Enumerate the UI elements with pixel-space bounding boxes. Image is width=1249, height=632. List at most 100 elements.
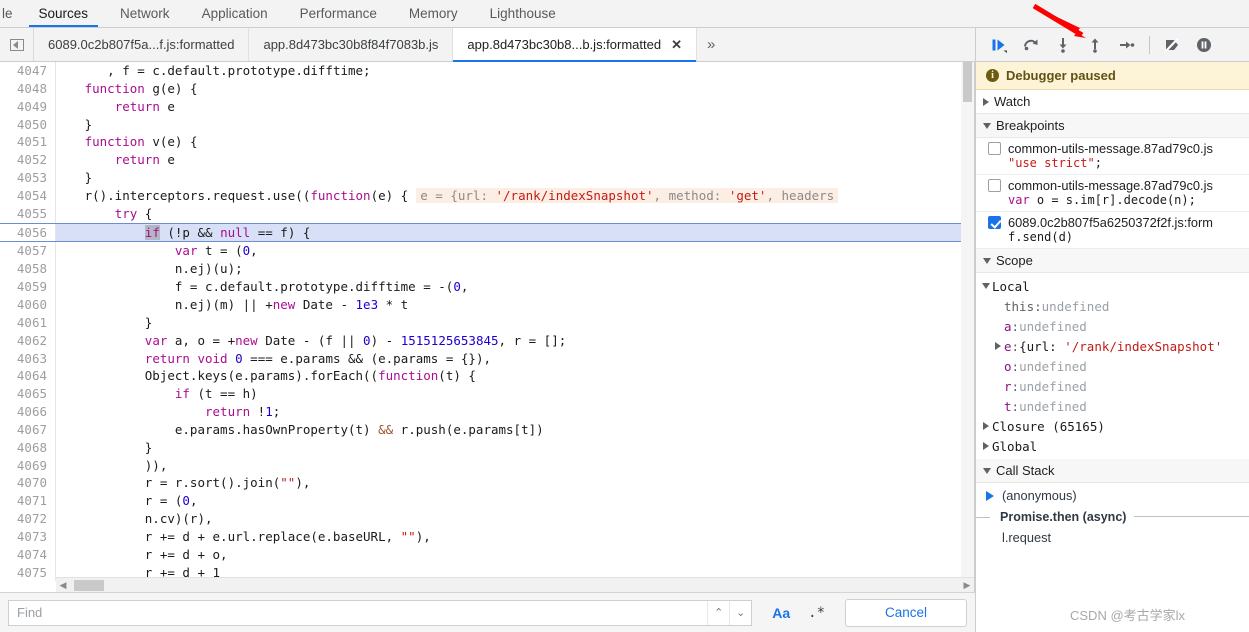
panel-tab-network[interactable]: Network <box>104 0 186 27</box>
editor-horizontal-scrollbar[interactable]: ◀ ▶ <box>56 577 974 592</box>
code-line[interactable]: 4047 , f = c.default.prototype.difftime; <box>0 62 974 80</box>
scope-group[interactable]: Local <box>980 276 1249 296</box>
line-number[interactable]: 4048 <box>0 79 56 98</box>
code-line[interactable]: 4059 f = c.default.prototype.difftime = … <box>0 278 974 296</box>
call-stack-frame[interactable]: l.request <box>976 527 1249 548</box>
sidebar-section-call-stack[interactable]: Call Stack <box>976 459 1249 483</box>
show-navigator-button[interactable] <box>0 28 34 61</box>
line-number[interactable]: 4071 <box>0 492 56 511</box>
panel-tab-performance[interactable]: Performance <box>284 0 393 27</box>
sidebar-section-breakpoints[interactable]: Breakpoints <box>976 114 1249 138</box>
line-number[interactable]: 4068 <box>0 438 56 457</box>
sidebar-section-watch[interactable]: Watch <box>976 90 1249 114</box>
scope-variable[interactable]: this: undefined <box>980 296 1249 316</box>
line-number[interactable]: 4066 <box>0 403 56 421</box>
panel-tab-console-clipped[interactable]: le <box>0 0 23 27</box>
scope-group[interactable]: Global <box>980 436 1249 456</box>
line-number[interactable]: 4065 <box>0 385 56 404</box>
code-line[interactable]: 4071 r = (0, <box>0 492 974 511</box>
chevron-right-icon[interactable] <box>980 422 992 430</box>
code-line[interactable]: 4065 if (t == h) <box>0 385 974 404</box>
line-number[interactable]: 4050 <box>0 115 56 134</box>
code-line[interactable]: 4056 if (!p && null == f) { <box>0 222 974 243</box>
line-number[interactable]: 4064 <box>0 367 56 386</box>
breakpoint-item[interactable]: common-utils-message.87ad79c0.js var o = … <box>976 175 1249 212</box>
line-number[interactable]: 4057 <box>0 242 56 261</box>
editor-horizontal-scroll-thumb[interactable] <box>74 579 104 591</box>
code-line[interactable]: 4073 r += d + e.url.replace(e.baseURL, "… <box>0 527 974 546</box>
code-line[interactable]: 4060 n.ej)(m) || +new Date - 1e3 * t <box>0 295 974 314</box>
file-tab-app-js-formatted[interactable]: app.8d473bc30b8...b.js:formatted ✕ <box>453 28 698 62</box>
deactivate-breakpoints-button[interactable] <box>1157 31 1187 59</box>
source-code-editor[interactable]: 4047 , f = c.default.prototype.difftime;… <box>0 62 975 592</box>
breakpoint-checkbox[interactable] <box>988 216 1001 229</box>
find-input[interactable]: Find ⌃ ⌄ <box>8 599 753 626</box>
breakpoint-item[interactable]: 6089.0c2b807f5a6250372f2f.js:form f.send(… <box>976 212 1249 249</box>
line-number[interactable]: 4072 <box>0 510 56 528</box>
line-number[interactable]: 4054 <box>0 186 56 205</box>
step-button[interactable] <box>1112 31 1142 59</box>
code-line[interactable]: 4052 return e <box>0 151 974 170</box>
line-number[interactable]: 4070 <box>0 474 56 493</box>
line-number[interactable]: 4056 <box>0 223 56 242</box>
find-next-button[interactable]: ⌄ <box>729 600 751 625</box>
line-number[interactable]: 4051 <box>0 133 56 152</box>
file-tab-6089[interactable]: 6089.0c2b807f5a...f.js:formatted <box>34 28 250 61</box>
line-number[interactable]: 4052 <box>0 151 56 170</box>
panel-tab-sources[interactable]: Sources <box>23 0 105 27</box>
line-number[interactable]: 4067 <box>0 420 56 439</box>
code-line[interactable]: 4054 r().interceptors.request.use((funct… <box>0 186 974 205</box>
line-number[interactable]: 4069 <box>0 456 56 475</box>
line-number[interactable]: 4063 <box>0 349 56 368</box>
step-over-next-function-call-button[interactable] <box>1016 31 1046 59</box>
editor-vertical-scroll-thumb[interactable] <box>963 62 972 102</box>
code-line[interactable]: 4063 return void 0 === e.params && (e.pa… <box>0 349 974 368</box>
code-line[interactable]: 4064 Object.keys(e.params).forEach((func… <box>0 367 974 386</box>
scope-variable[interactable]: t: undefined <box>980 396 1249 416</box>
scope-variable[interactable]: o: undefined <box>980 356 1249 376</box>
chevron-right-icon[interactable] <box>992 342 1004 350</box>
code-line[interactable]: 4061 } <box>0 313 974 332</box>
line-number[interactable]: 4059 <box>0 278 56 296</box>
line-number[interactable]: 4062 <box>0 331 56 350</box>
line-number[interactable]: 4060 <box>0 295 56 314</box>
code-line[interactable]: 4058 n.ej)(u); <box>0 260 974 279</box>
code-line[interactable]: 4062 var a, o = +new Date - (f || 0) - 1… <box>0 331 974 350</box>
step-out-of-current-function-button[interactable] <box>1080 31 1110 59</box>
match-case-button[interactable]: Aa <box>766 605 796 621</box>
use-regex-button[interactable]: .* <box>802 605 831 621</box>
line-number[interactable]: 4074 <box>0 545 56 564</box>
code-line[interactable]: 4069 )), <box>0 456 974 475</box>
code-line[interactable]: 4072 n.cv)(r), <box>0 510 974 528</box>
line-number[interactable]: 4058 <box>0 260 56 279</box>
panel-tab-lighthouse[interactable]: Lighthouse <box>474 0 572 27</box>
panel-tab-application[interactable]: Application <box>186 0 284 27</box>
file-tab-app-js[interactable]: app.8d473bc30b8f84f7083b.js <box>249 28 454 61</box>
code-line[interactable]: 4055 try { <box>0 204 974 223</box>
line-number[interactable]: 4047 <box>0 62 56 80</box>
panel-tab-memory[interactable]: Memory <box>393 0 474 27</box>
code-line[interactable]: 4066 return !1; <box>0 403 974 421</box>
code-line[interactable]: 4049 return e <box>0 97 974 116</box>
resume-script-execution-button[interactable] <box>984 31 1014 59</box>
scope-group[interactable]: Closure (65165) <box>980 416 1249 436</box>
scroll-right-icon[interactable]: ▶ <box>960 580 974 591</box>
sidebar-section-scope[interactable]: Scope <box>976 249 1249 273</box>
code-line[interactable]: 4048 function g(e) { <box>0 79 974 98</box>
code-line[interactable]: 4068 } <box>0 438 974 457</box>
line-number[interactable]: 4053 <box>0 169 56 187</box>
code-line[interactable]: 4067 e.params.hasOwnProperty(t) && r.pus… <box>0 420 974 439</box>
pause-on-exceptions-button[interactable] <box>1189 31 1219 59</box>
code-line[interactable]: 4050 } <box>0 115 974 134</box>
cancel-button[interactable]: Cancel <box>845 598 967 627</box>
code-line[interactable]: 4053 } <box>0 169 974 187</box>
breakpoint-checkbox[interactable] <box>988 142 1001 155</box>
scope-variable[interactable]: e: {url: '/rank/indexSnapshot' <box>980 336 1249 356</box>
chevron-right-icon[interactable] <box>980 442 992 450</box>
editor-vertical-scrollbar[interactable] <box>961 62 974 577</box>
line-number[interactable]: 4075 <box>0 563 56 582</box>
code-line[interactable]: 4051 function v(e) { <box>0 133 974 152</box>
close-icon[interactable]: ✕ <box>671 38 682 51</box>
code-line[interactable]: 4070 r = r.sort().join(""), <box>0 474 974 493</box>
scroll-left-icon[interactable]: ◀ <box>56 580 70 591</box>
